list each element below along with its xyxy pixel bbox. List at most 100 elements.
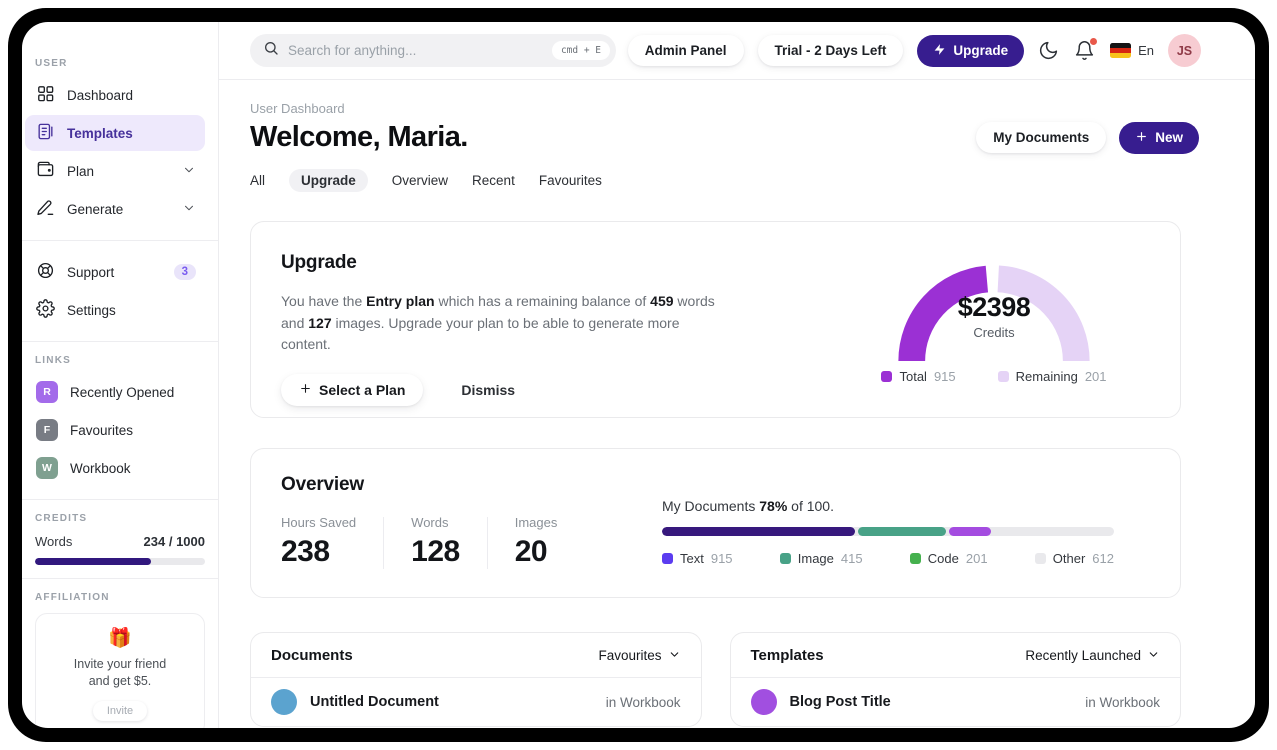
templates-card-title: Templates: [750, 647, 824, 664]
overview-card-left: Overview Hours Saved 238 Words 128 Image…: [281, 474, 557, 569]
legend-item-remaining: Remaining 201: [997, 369, 1107, 384]
select-plan-button[interactable]: Select a Plan: [281, 374, 424, 407]
legend-swatch: [997, 371, 1009, 382]
sidebar-divider: [22, 240, 218, 241]
templates-icon: [36, 122, 55, 144]
german-flag-icon: [1110, 43, 1132, 58]
chevron-down-icon: [668, 648, 681, 664]
legend-item-other: Other 612: [1034, 551, 1114, 566]
sidebar-item-label: Plan: [67, 163, 95, 179]
tab-all[interactable]: All: [250, 169, 265, 192]
documents-progress-block: My Documents 78% of 100. Text 915 Image: [662, 474, 1114, 569]
credits-label: Words: [35, 534, 73, 549]
select-plan-label: Select a Plan: [319, 382, 406, 399]
upgrade-card-body: You have the Entry plan which has a rema…: [281, 293, 715, 353]
sidebar-section-links: LINKS: [35, 355, 71, 366]
sidebar-item-label: Support: [67, 264, 115, 280]
moon-icon: [1038, 41, 1059, 65]
sidebar-section-user: USER: [35, 58, 68, 69]
app-window: USER Dashboard Templates Plan Generate S…: [22, 22, 1255, 728]
chevron-down-icon: [1147, 648, 1160, 664]
sidebar-link-workbook[interactable]: W Workbook: [25, 450, 205, 486]
stat-images: Images 20: [514, 515, 558, 568]
sidebar-item-dashboard[interactable]: Dashboard: [25, 77, 205, 113]
affiliation-text-line1: Invite your friend: [73, 657, 167, 671]
documents-bar-legend: Text 915 Image 415 Code 201 Other 612: [662, 551, 1114, 566]
page-title: Welcome, Maria.: [250, 121, 468, 153]
notification-dot: [1090, 37, 1098, 45]
dismiss-button[interactable]: Dismiss: [461, 382, 515, 398]
bar-segment-text: [662, 527, 855, 536]
legend-item-image: Image 415: [779, 551, 863, 566]
templates-filter-dropdown[interactable]: Recently Launched: [1025, 648, 1160, 664]
legend-swatch: [881, 371, 893, 382]
tab-favourites[interactable]: Favourites: [539, 169, 602, 192]
sidebar-item-label: Generate: [67, 201, 124, 217]
sidebar-section-affiliation: AFFILIATION: [35, 592, 110, 603]
legend-swatch: [909, 553, 921, 564]
pencil-icon: [36, 198, 55, 220]
sidebar-item-label: Settings: [67, 302, 116, 318]
chevron-down-icon: [182, 201, 196, 218]
language-selector[interactable]: En: [1110, 43, 1154, 58]
gauge-center-value: $2398: [957, 292, 1031, 322]
notifications-button[interactable]: [1074, 37, 1098, 65]
sidebar-item-settings[interactable]: Settings: [25, 292, 205, 328]
template-list-item[interactable]: Blog Post Title in Workbook: [731, 678, 1181, 726]
dark-mode-toggle[interactable]: [1038, 40, 1060, 62]
credits-gauge: $2398 Credits Total 915 Remaining 201: [881, 252, 1107, 387]
documents-filter-dropdown[interactable]: Favourites: [598, 648, 680, 664]
credits-progress-track: [35, 558, 205, 565]
chevron-down-icon: [182, 163, 196, 180]
document-location: in Workbook: [605, 694, 681, 710]
sidebar-item-generate[interactable]: Generate: [25, 191, 205, 227]
sidebar-item-label: Templates: [67, 125, 133, 141]
trial-status-button[interactable]: Trial - 2 Days Left: [757, 35, 904, 66]
gauge-center-caption: Credits: [973, 325, 1015, 340]
overview-card: Overview Hours Saved 238 Words 128 Image…: [250, 448, 1181, 598]
stat-divider: [383, 517, 385, 569]
search-icon: [263, 40, 279, 61]
upgrade-card-left: Upgrade You have the Entry plan which ha…: [281, 252, 729, 407]
upgrade-button[interactable]: Upgrade: [917, 34, 1025, 67]
affiliation-card: 🎁 Invite your friend and get $5. Invite: [35, 613, 205, 728]
filter-tabs: All Upgrade Overview Recent Favourites: [250, 169, 1199, 192]
documents-stacked-bar: [662, 527, 1114, 536]
topbar: cmd + E Admin Panel Trial - 2 Days Left …: [219, 22, 1255, 80]
search-bar[interactable]: cmd + E: [250, 34, 616, 67]
bell-icon: [1074, 40, 1095, 65]
sidebar-divider: [22, 499, 218, 500]
new-button[interactable]: New: [1119, 121, 1199, 154]
tab-upgrade[interactable]: Upgrade: [289, 169, 368, 192]
link-initial-badge: F: [36, 419, 58, 441]
sidebar-item-label: Dashboard: [67, 87, 134, 103]
invite-button[interactable]: Invite: [92, 700, 148, 721]
plus-icon: [1135, 130, 1148, 146]
tab-overview[interactable]: Overview: [392, 169, 448, 192]
sidebar-link-label: Favourites: [70, 422, 134, 438]
tab-recent[interactable]: Recent: [472, 169, 515, 192]
sidebar-item-support[interactable]: Support 3: [25, 254, 205, 290]
credits-progress-fill: [35, 558, 151, 565]
lightning-bolt-icon: [933, 43, 946, 59]
sidebar-item-templates[interactable]: Templates: [25, 115, 205, 151]
my-documents-button[interactable]: My Documents: [976, 122, 1107, 153]
stat-words: Words 128: [411, 515, 460, 568]
sidebar-link-label: Workbook: [70, 460, 131, 476]
sidebar-link-favourites[interactable]: F Favourites: [25, 412, 205, 448]
bar-segment-code: [948, 527, 991, 536]
user-avatar[interactable]: JS: [1168, 34, 1201, 67]
lifebuoy-icon: [36, 261, 55, 283]
sidebar-divider: [22, 341, 218, 342]
search-input[interactable]: [288, 43, 543, 58]
sidebar-link-recently-opened[interactable]: R Recently Opened: [25, 374, 205, 410]
documents-card: Documents Favourites Untitled Document i…: [250, 632, 702, 727]
admin-panel-button[interactable]: Admin Panel: [627, 35, 744, 66]
legend-swatch: [779, 553, 791, 564]
sidebar-item-plan[interactable]: Plan: [25, 153, 205, 189]
new-button-label: New: [1155, 130, 1183, 145]
stat-divider: [486, 517, 488, 569]
link-initial-badge: W: [36, 457, 58, 479]
document-list-item[interactable]: Untitled Document in Workbook: [251, 678, 701, 726]
template-location: in Workbook: [1085, 694, 1160, 710]
